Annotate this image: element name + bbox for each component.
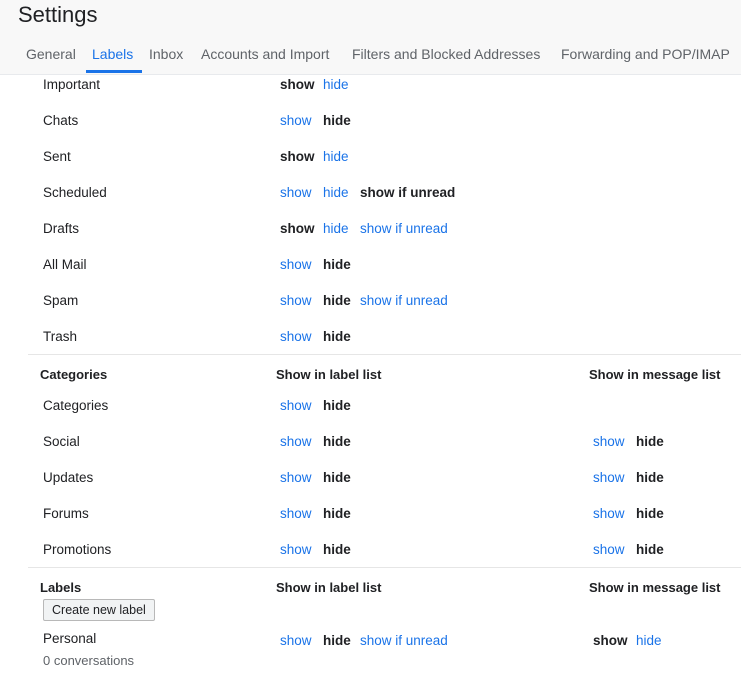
- create-new-label-button[interactable]: Create new label: [43, 599, 155, 621]
- label-name-scheduled: Scheduled: [43, 185, 107, 200]
- social-msg-show-link[interactable]: show: [593, 434, 625, 449]
- updates-label-show-link[interactable]: show: [280, 470, 312, 485]
- important-hide-link[interactable]: hide: [323, 77, 349, 92]
- drafts-show: show: [280, 221, 315, 236]
- spam-hide: hide: [323, 293, 351, 308]
- label-conversation-count: 0 conversations: [43, 653, 135, 668]
- category-name-updates: Updates: [43, 470, 94, 485]
- section-divider: [28, 567, 741, 568]
- label-name-important: Important: [43, 77, 101, 92]
- forums-label-hide: hide: [323, 506, 351, 521]
- label-name-all-mail: All Mail: [43, 257, 87, 272]
- forums-msg-show-link[interactable]: show: [593, 506, 625, 521]
- scheduled-show-link[interactable]: show: [280, 185, 312, 200]
- labels-col-message-list: Show in message list: [589, 580, 721, 595]
- spam-show-link[interactable]: show: [280, 293, 312, 308]
- personal-label-show-if-unread-link[interactable]: show if unread: [360, 633, 448, 648]
- settings-header: Settings: [0, 0, 741, 34]
- categories-col-message-list: Show in message list: [589, 367, 721, 382]
- trash-hide: hide: [323, 329, 351, 344]
- forums-msg-hide: hide: [636, 506, 664, 521]
- category-name-categories: Categories: [43, 398, 109, 413]
- drafts-show-if-unread-link[interactable]: show if unread: [360, 221, 448, 236]
- categories-show-link[interactable]: show: [280, 398, 312, 413]
- label-name-drafts: Drafts: [43, 221, 80, 236]
- categories-col-label-list: Show in label list: [276, 367, 382, 382]
- label-name-trash: Trash: [43, 329, 78, 344]
- category-name-promotions: Promotions: [43, 542, 112, 557]
- forums-label-show-link[interactable]: show: [280, 506, 312, 521]
- social-label-hide: hide: [323, 434, 351, 449]
- active-tab-indicator: [86, 70, 142, 73]
- category-name-forums: Forums: [43, 506, 89, 521]
- categories-hide: hide: [323, 398, 351, 413]
- tab-general[interactable]: General: [26, 46, 76, 62]
- tab-inbox[interactable]: Inbox: [149, 46, 183, 62]
- updates-msg-show-link[interactable]: show: [593, 470, 625, 485]
- personal-msg-show: show: [593, 633, 628, 648]
- chats-hide: hide: [323, 113, 351, 128]
- tab-accounts-and-import[interactable]: Accounts and Import: [201, 46, 329, 62]
- label-name-personal: Personal: [43, 631, 97, 646]
- personal-label-show-link[interactable]: show: [280, 633, 312, 648]
- scheduled-hide-link[interactable]: hide: [323, 185, 349, 200]
- label-name-sent: Sent: [43, 149, 71, 164]
- drafts-hide-link[interactable]: hide: [323, 221, 349, 236]
- label-name-spam: Spam: [43, 293, 79, 308]
- scheduled-show-if-unread: show if unread: [360, 185, 456, 200]
- labels-heading: Labels: [40, 580, 82, 595]
- page-title: Settings: [18, 2, 98, 27]
- promotions-msg-hide: hide: [636, 542, 664, 557]
- chats-show-link[interactable]: show: [280, 113, 312, 128]
- label-name-chats: Chats: [43, 113, 79, 128]
- category-name-social: Social: [43, 434, 80, 449]
- promotions-msg-show-link[interactable]: show: [593, 542, 625, 557]
- social-msg-hide: hide: [636, 434, 664, 449]
- updates-msg-hide: hide: [636, 470, 664, 485]
- tab-forwarding-and-pop-imap[interactable]: Forwarding and POP/IMAP: [561, 46, 730, 62]
- settings-tabs: General Labels Inbox Accounts and Import…: [0, 34, 741, 75]
- all-mail-show-link[interactable]: show: [280, 257, 312, 272]
- section-divider: [28, 354, 741, 355]
- labels-col-label-list: Show in label list: [276, 580, 382, 595]
- categories-heading: Categories: [40, 367, 108, 382]
- sent-hide-link[interactable]: hide: [323, 149, 349, 164]
- tab-labels[interactable]: Labels: [92, 46, 133, 62]
- all-mail-hide: hide: [323, 257, 351, 272]
- promotions-label-hide: hide: [323, 542, 351, 557]
- tab-filters-and-blocked-addresses[interactable]: Filters and Blocked Addresses: [352, 46, 540, 62]
- personal-msg-hide-link[interactable]: hide: [636, 633, 662, 648]
- social-label-show-link[interactable]: show: [280, 434, 312, 449]
- important-show: show: [280, 77, 315, 92]
- sent-show: show: [280, 149, 315, 164]
- updates-label-hide: hide: [323, 470, 351, 485]
- trash-show-link[interactable]: show: [280, 329, 312, 344]
- personal-label-hide: hide: [323, 633, 351, 648]
- spam-show-if-unread-link[interactable]: show if unread: [360, 293, 448, 308]
- promotions-label-show-link[interactable]: show: [280, 542, 312, 557]
